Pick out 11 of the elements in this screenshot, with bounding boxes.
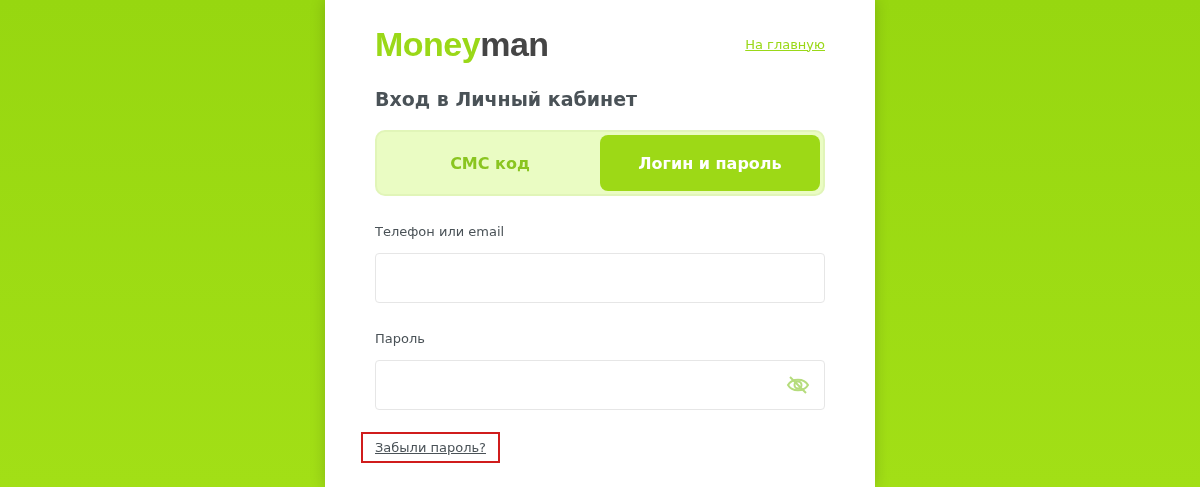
input-field[interactable] <box>375 253 825 303</box>
home-link[interactable]: На главную <box>745 36 825 52</box>
forgot-password-link[interactable]: Забыли пароль? <box>361 432 500 463</box>
tab[interactable]: СМС код <box>380 135 600 191</box>
logo: Moneyman <box>375 24 549 64</box>
page-heading: Вход в Личный кабинет <box>375 88 639 110</box>
input-field[interactable] <box>375 360 825 410</box>
field-label: Телефон или email <box>375 224 506 239</box>
eye-hidden-icon[interactable] <box>786 375 810 395</box>
tab[interactable]: Логин и пароль <box>600 135 820 191</box>
field-label: Пароль <box>375 331 426 346</box>
